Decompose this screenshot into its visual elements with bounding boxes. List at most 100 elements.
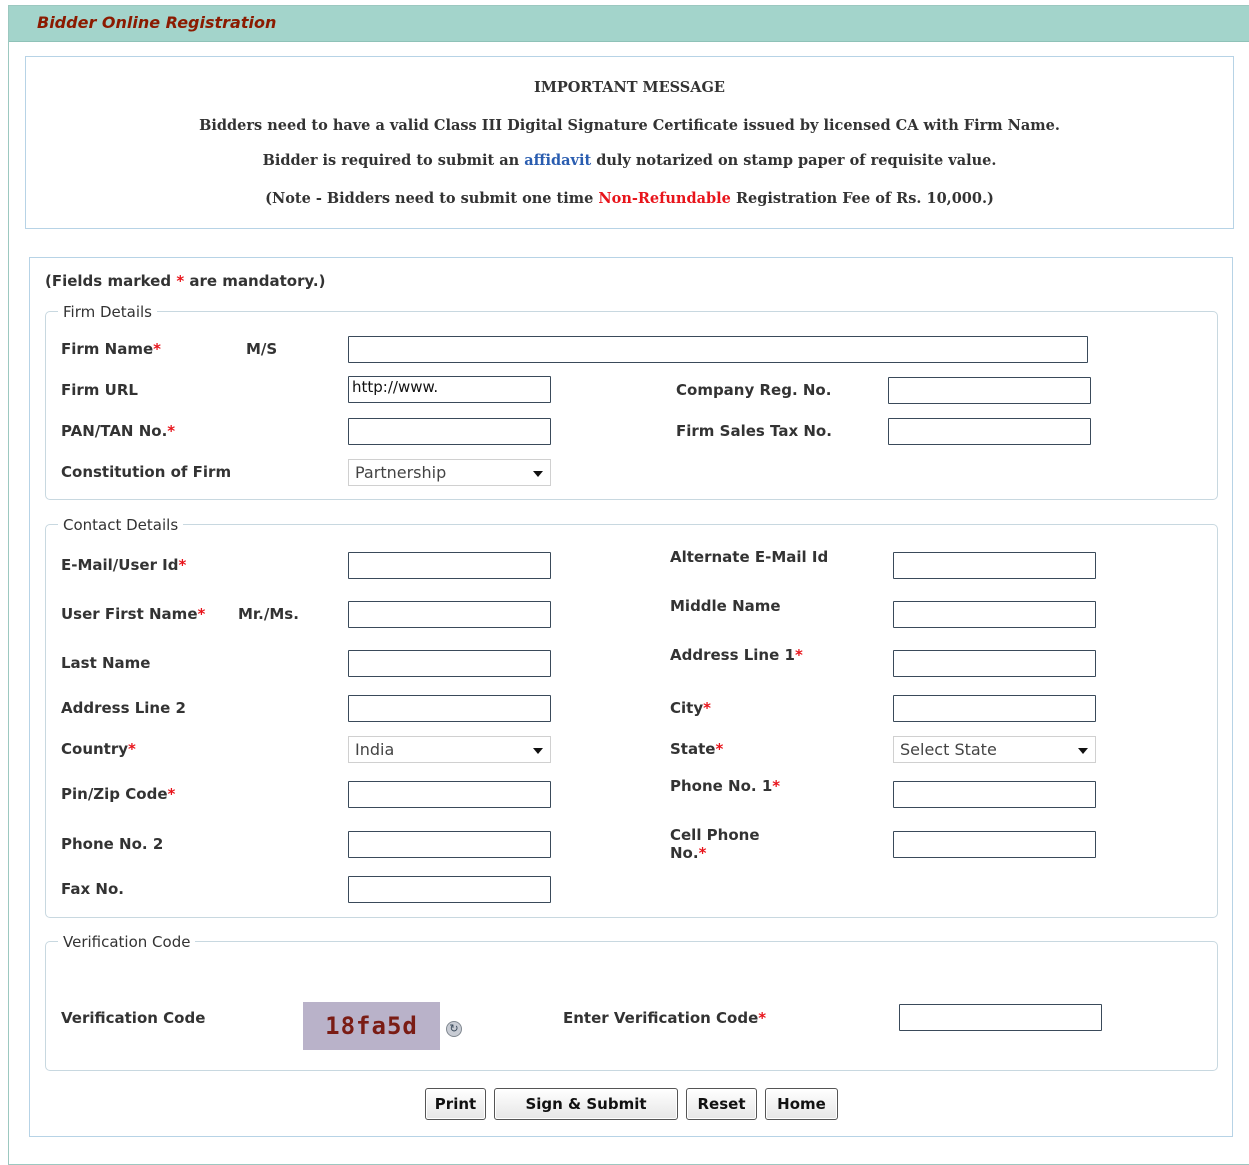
- ms-label: M/S: [246, 340, 278, 358]
- country-label: Country*: [61, 740, 136, 758]
- state-select[interactable]: Select State: [893, 736, 1096, 763]
- country-select[interactable]: India: [348, 736, 551, 763]
- contact-details-legend: Contact Details: [58, 516, 184, 534]
- phone1-input[interactable]: [893, 781, 1096, 808]
- enter-verification-label-text: Enter Verification Code: [563, 1009, 759, 1027]
- cell-phone-label-line2: No.: [670, 844, 699, 862]
- fax-input[interactable]: [348, 876, 551, 903]
- title-bar: Bidder Online Registration: [9, 6, 1249, 42]
- required-star: *: [703, 699, 711, 717]
- mandatory-note-text-end: are mandatory.): [184, 272, 326, 290]
- state-label-text: State: [670, 740, 716, 758]
- cell-phone-label-line1: Cell Phone: [670, 826, 760, 844]
- registration-panel: Bidder Online Registration IMPORTANT MES…: [8, 5, 1249, 1165]
- print-button[interactable]: Print: [425, 1088, 486, 1120]
- required-star: *: [758, 1009, 767, 1027]
- pan-label: PAN/TAN No.*: [61, 422, 175, 440]
- phone2-input[interactable]: [348, 831, 551, 858]
- cell-phone-input[interactable]: [893, 831, 1096, 858]
- firm-url-label: Firm URL: [61, 381, 138, 399]
- reset-button[interactable]: Reset: [686, 1088, 757, 1120]
- registration-form: (Fields marked * are mandatory.) Firm De…: [29, 257, 1233, 1137]
- company-reg-input[interactable]: [888, 377, 1091, 404]
- sales-tax-label: Firm Sales Tax No.: [676, 422, 832, 440]
- message-line-1: Bidders need to have a valid Class III D…: [199, 117, 1060, 134]
- page-title: Bidder Online Registration: [37, 13, 277, 32]
- last-name-input[interactable]: [348, 650, 551, 677]
- required-star: *: [128, 740, 136, 758]
- address2-input[interactable]: [348, 695, 551, 722]
- message-line-3-text: (Note - Bidders need to submit one time: [265, 190, 599, 207]
- required-star: *: [794, 646, 803, 664]
- last-name-label: Last Name: [61, 654, 151, 672]
- required-star: *: [197, 605, 206, 623]
- refresh-icon[interactable]: ↻: [446, 1021, 462, 1037]
- enter-verification-label: Enter Verification Code*: [563, 1009, 766, 1027]
- fax-label: Fax No.: [61, 880, 124, 898]
- cell-phone-label: Cell Phone No.*: [670, 826, 760, 862]
- middle-name-input[interactable]: [893, 601, 1096, 628]
- affidavit-link[interactable]: affidavit: [524, 152, 591, 169]
- pan-label-text: PAN/TAN No.: [61, 422, 168, 440]
- firm-name-label-text: Firm Name: [61, 340, 154, 358]
- alt-email-label: Alternate E-Mail Id: [670, 548, 829, 566]
- address2-label: Address Line 2: [61, 699, 186, 717]
- required-star: *: [715, 740, 724, 758]
- first-name-input[interactable]: [348, 601, 551, 628]
- email-input[interactable]: [348, 552, 551, 579]
- first-name-label: User First Name*: [61, 605, 205, 623]
- message-line-3: (Note - Bidders need to submit one time …: [26, 190, 1233, 207]
- firm-url-input[interactable]: http://www.: [348, 376, 551, 403]
- email-label: E-Mail/User Id*: [61, 556, 186, 574]
- firm-name-input[interactable]: [348, 336, 1088, 363]
- company-reg-label: Company Reg. No.: [676, 381, 832, 399]
- required-star: *: [178, 556, 187, 574]
- required-star: *: [167, 422, 176, 440]
- captcha-image: 18fa5d: [303, 1002, 440, 1050]
- address1-input[interactable]: [893, 650, 1096, 677]
- country-value: India: [355, 740, 395, 759]
- pin-label: Pin/Zip Code*: [61, 785, 175, 803]
- firm-details-legend: Firm Details: [58, 303, 157, 321]
- required-star: *: [153, 340, 161, 358]
- firm-name-label: Firm Name*: [61, 340, 161, 358]
- mr-ms-label: Mr./Ms.: [238, 605, 299, 623]
- message-line-2: Bidder is required to submit an affidavi…: [26, 152, 1233, 169]
- city-label-text: City: [670, 699, 704, 717]
- important-message-box: IMPORTANT MESSAGE Bidders need to have a…: [25, 56, 1234, 229]
- chevron-down-icon: [533, 748, 543, 754]
- verification-code-input[interactable]: [899, 1004, 1102, 1031]
- constitution-label: Constitution of Firm: [61, 463, 232, 481]
- message-line-3-text-end: Registration Fee of Rs. 10,000.): [730, 190, 994, 207]
- non-refundable-text: Non-Refundable: [598, 190, 731, 207]
- pin-input[interactable]: [348, 781, 551, 808]
- message-line-2-text-end: duly notarized on stamp paper of requisi…: [591, 152, 997, 169]
- phone2-label: Phone No. 2: [61, 835, 164, 853]
- alt-email-input[interactable]: [893, 552, 1096, 579]
- verification-code-label: Verification Code: [61, 1009, 206, 1027]
- constitution-value: Partnership: [355, 463, 447, 482]
- email-label-text: E-Mail/User Id: [61, 556, 179, 574]
- mandatory-note: (Fields marked * are mandatory.): [45, 272, 325, 290]
- mandatory-note-text: (Fields marked: [45, 272, 177, 290]
- phone1-label-text: Phone No. 1: [670, 777, 773, 795]
- state-value: Select State: [900, 740, 997, 759]
- message-line-2-text: Bidder is required to submit an: [262, 152, 525, 169]
- constitution-select[interactable]: Partnership: [348, 459, 551, 486]
- middle-name-label: Middle Name: [670, 597, 781, 615]
- country-label-text: Country: [61, 740, 129, 758]
- required-star: *: [772, 777, 781, 795]
- message-heading: IMPORTANT MESSAGE: [534, 79, 725, 96]
- city-label: City*: [670, 699, 711, 717]
- sales-tax-input[interactable]: [888, 418, 1091, 445]
- required-star: *: [176, 272, 185, 290]
- city-input[interactable]: [893, 695, 1096, 722]
- first-name-label-text: User First Name: [61, 605, 198, 623]
- chevron-down-icon: [1078, 748, 1088, 754]
- home-button[interactable]: Home: [765, 1088, 838, 1120]
- pin-label-text: Pin/Zip Code: [61, 785, 168, 803]
- phone1-label: Phone No. 1*: [670, 777, 780, 795]
- chevron-down-icon: [533, 471, 543, 477]
- sign-submit-button[interactable]: Sign & Submit: [494, 1088, 678, 1120]
- pan-input[interactable]: [348, 418, 551, 445]
